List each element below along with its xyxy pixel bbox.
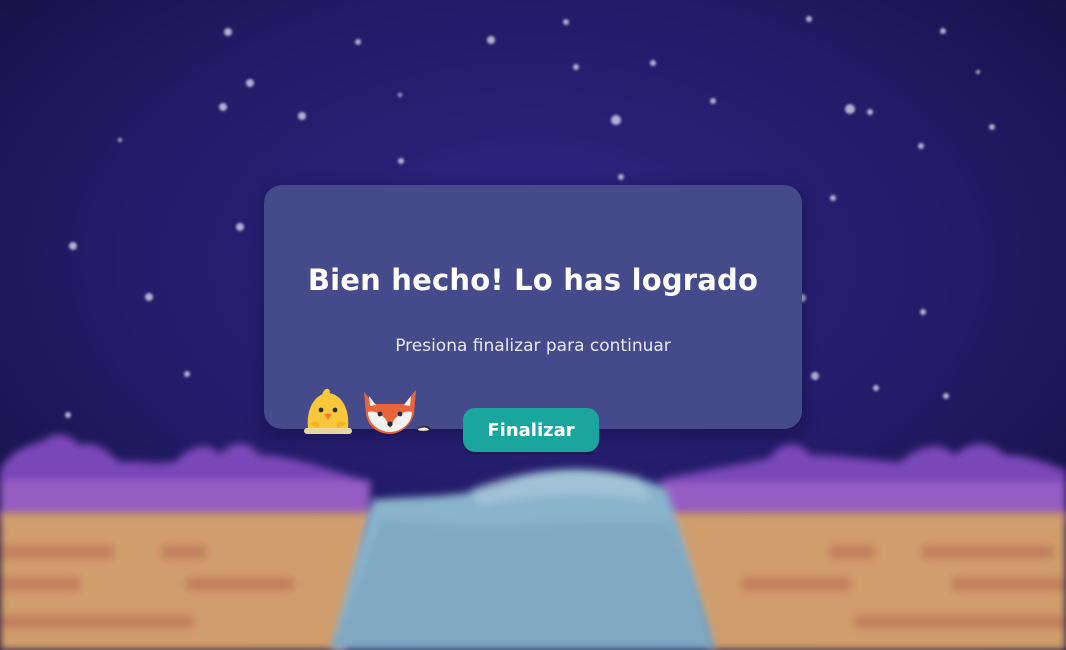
mascot-group [300,384,440,436]
finish-button[interactable]: Finalizar [463,408,599,452]
dialog-title: Bien hecho! Lo has logrado [307,263,759,297]
chick-icon [304,388,352,434]
dialog-subtitle: Presiona finalizar para continuar [395,336,671,356]
fox-icon [364,390,431,434]
